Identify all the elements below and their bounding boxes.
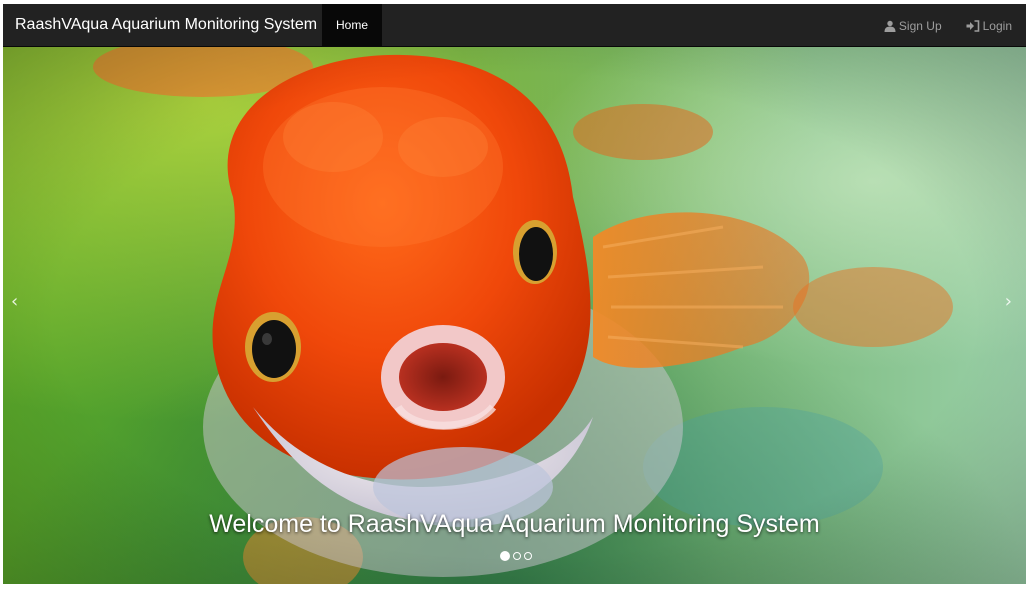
login-link[interactable]: Login xyxy=(966,19,1012,33)
chevron-left-icon: ‹ xyxy=(11,291,19,312)
carousel-indicator-3[interactable] xyxy=(524,552,532,560)
hero-carousel: ‹ › Welcome to RaashVAqua Aquarium Monit… xyxy=(3,47,1026,584)
signup-label: Sign Up xyxy=(898,18,942,33)
signup-link[interactable]: Sign Up xyxy=(884,19,942,33)
nav-right-links: Sign Up Login xyxy=(884,4,1012,47)
carousel-caption: Welcome to RaashVAqua Aquarium Monitorin… xyxy=(209,510,820,538)
goldfish-slide-image xyxy=(3,47,1026,584)
login-icon xyxy=(966,19,979,32)
page-frame: RaashVAqua Aquarium Monitoring System Ho… xyxy=(3,4,1026,584)
carousel-next-control[interactable]: › xyxy=(936,47,1026,584)
carousel-prev-control[interactable]: ‹ xyxy=(3,47,93,584)
carousel-indicators xyxy=(3,551,1026,561)
user-icon xyxy=(884,20,896,32)
nav-home-link[interactable]: Home xyxy=(322,4,382,47)
brand-title[interactable]: RaashVAqua Aquarium Monitoring System xyxy=(15,4,317,47)
login-label: Login xyxy=(982,18,1012,33)
carousel-indicator-2[interactable] xyxy=(513,552,521,560)
navbar: RaashVAqua Aquarium Monitoring System Ho… xyxy=(3,4,1026,47)
chevron-right-icon: › xyxy=(1004,291,1012,312)
carousel-indicator-1[interactable] xyxy=(500,551,510,561)
